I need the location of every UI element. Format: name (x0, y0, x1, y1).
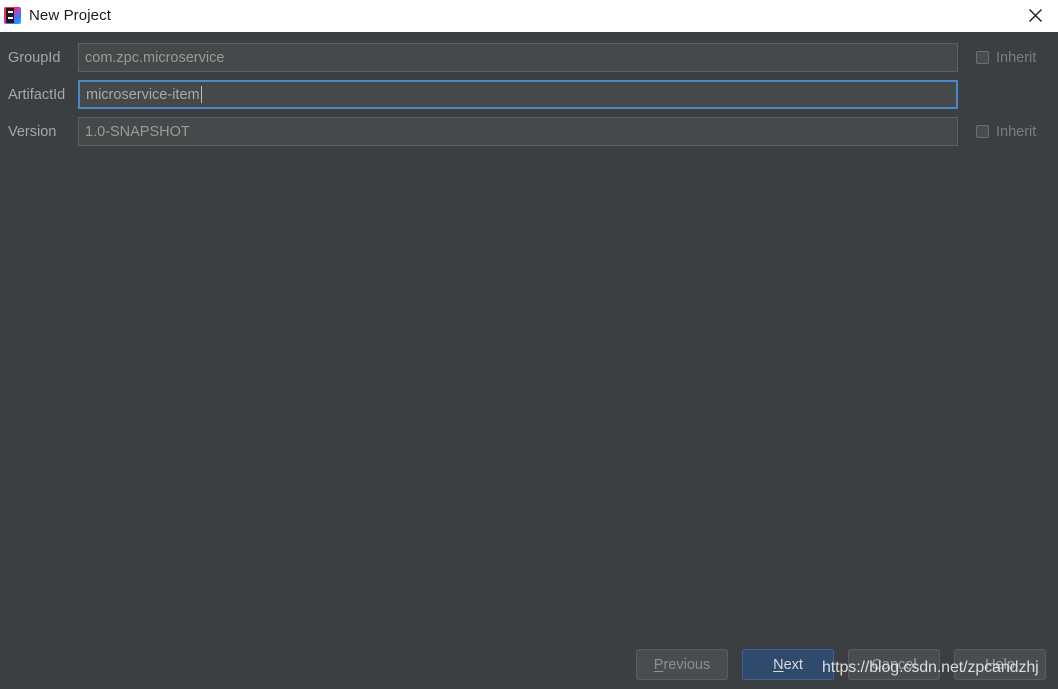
groupid-inherit-group[interactable]: Inherit (976, 50, 1036, 66)
dialog-button-bar: Previous Next Cancel Help (0, 649, 1058, 680)
dialog-content: GroupId com.zpc.microservice Inherit Art… (0, 32, 1058, 689)
window-title: New Project (29, 7, 111, 24)
groupid-input[interactable]: com.zpc.microservice (78, 43, 958, 72)
form-row-version: Version 1.0-SNAPSHOT Inherit (0, 116, 1058, 147)
maven-coordinates-form: GroupId com.zpc.microservice Inherit Art… (0, 32, 1058, 147)
version-inherit-group[interactable]: Inherit (976, 124, 1036, 140)
groupid-input-value: com.zpc.microservice (85, 49, 225, 66)
artifactid-label: ArtifactId (8, 86, 66, 103)
groupid-inherit-checkbox[interactable] (976, 51, 989, 64)
next-button[interactable]: Next (742, 649, 834, 680)
version-input[interactable]: 1.0-SNAPSHOT (78, 117, 958, 146)
close-icon (1028, 9, 1042, 22)
version-input-value: 1.0-SNAPSHOT (85, 123, 190, 140)
titlebar: New Project (0, 0, 1058, 32)
form-row-groupid: GroupId com.zpc.microservice Inherit (0, 42, 1058, 73)
version-label: Version (8, 123, 57, 140)
groupid-label: GroupId (8, 49, 61, 66)
artifactid-input[interactable]: microservice-item (78, 80, 958, 109)
titlebar-controls (1012, 0, 1058, 31)
version-inherit-label: Inherit (996, 123, 1037, 140)
next-button-mnemonic: N (773, 656, 784, 673)
cancel-button-label: Cancel (871, 656, 917, 673)
previous-button[interactable]: Previous (636, 649, 728, 680)
version-inherit-checkbox[interactable] (976, 125, 989, 138)
next-button-label: ext (783, 656, 803, 673)
help-button[interactable]: Help (954, 649, 1046, 680)
titlebar-left: New Project (0, 7, 111, 24)
groupid-inherit-label: Inherit (996, 49, 1037, 66)
help-button-label: Help (985, 656, 1015, 673)
version-field-wrap: 1.0-SNAPSHOT (78, 117, 958, 146)
groupid-field-wrap: com.zpc.microservice (78, 43, 958, 72)
text-caret (200, 86, 202, 103)
artifactid-field-wrap: microservice-item (78, 80, 958, 109)
cancel-button[interactable]: Cancel (848, 649, 940, 680)
intellij-idea-logo-icon (4, 7, 21, 24)
artifactid-input-value: microservice-item (86, 86, 200, 103)
previous-button-mnemonic: P (653, 656, 664, 673)
close-button[interactable] (1012, 0, 1058, 31)
form-row-artifactid: ArtifactId microservice-item (0, 79, 1058, 110)
new-project-dialog: New Project GroupId com.zpc.microservice… (0, 0, 1058, 689)
previous-button-label: revious (663, 656, 711, 673)
